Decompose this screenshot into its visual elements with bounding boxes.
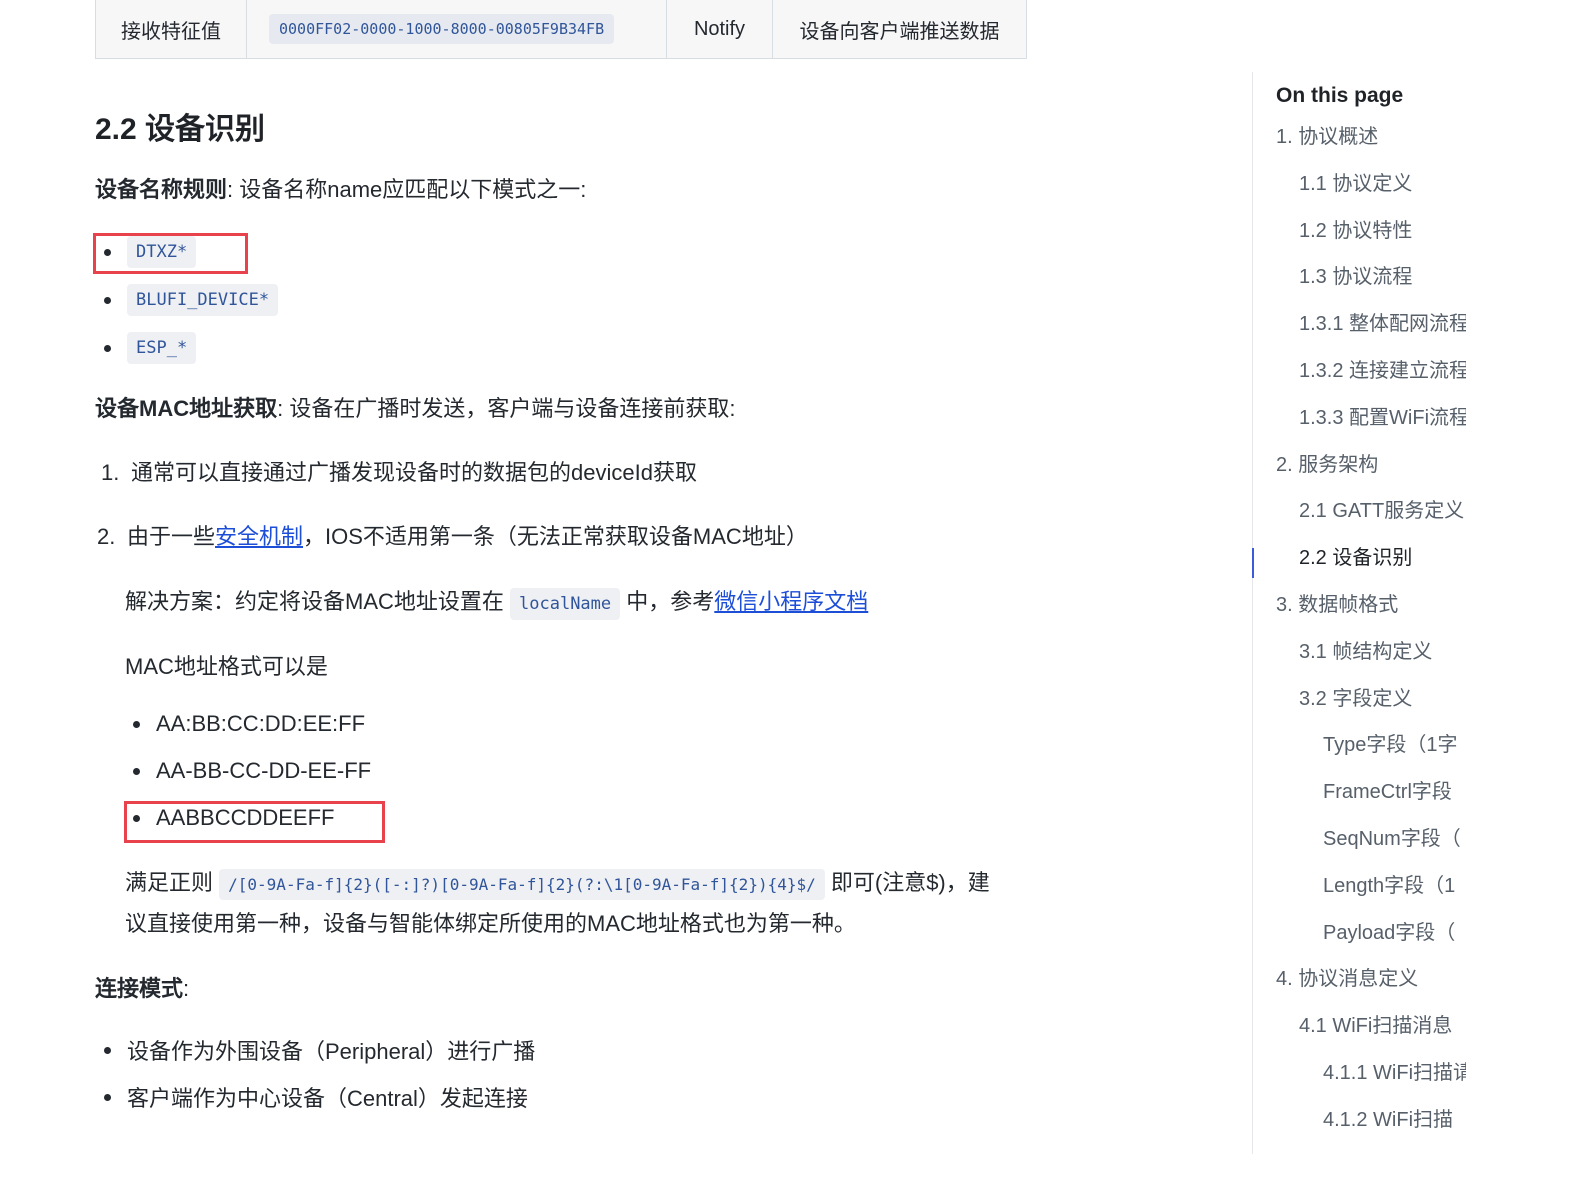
list-item: 设备作为外围设备（Peripheral）进行广播 — [104, 1034, 535, 1066]
toc-item[interactable]: 2.1 GATT服务定义 — [1276, 488, 1466, 535]
name-rule-label: 设备名称规则 — [95, 177, 228, 202]
toc-item[interactable]: Length字段（1 — [1276, 863, 1466, 910]
toc-list: 1. 协议概述 1.1 协议定义 1.2 协议特性 1.3 协议流程 1.3.1 整体配… — [1276, 114, 1466, 1144]
highlight-box — [124, 801, 385, 843]
toc-sidebar: On this page 1. 协议概述 1.1 协议定义 1.2 协议特性 1.3 … — [1276, 80, 1466, 1144]
step1-text: 通常可以直接通过广播发现设备时的数据包的deviceId获取 — [131, 460, 697, 485]
mac-label: 设备MAC地址获取 — [95, 396, 278, 421]
connection-mode-label: 连接模式 — [95, 976, 184, 1001]
ordered-item-1: 1. 通常可以直接通过广播发现设备时的数据包的deviceId获取 — [101, 457, 697, 489]
regex-code: /[0-9A-Fa-f]{2}([-:]?)[0-9A-Fa-f]{2}(?:\… — [219, 869, 825, 900]
list-item: 客户端作为中心设备（Central）发起连接 — [104, 1081, 528, 1113]
toc-item[interactable]: 1.3.1 整体配网流程 — [1276, 301, 1466, 348]
toc-active-indicator — [1252, 548, 1254, 578]
localname-code: localName — [510, 588, 621, 620]
bullet-icon — [104, 1093, 111, 1101]
table-cell-property: Notify — [667, 0, 773, 58]
regex-paragraph: 满足正则 /[0-9A-Fa-f]{2}([-:]?)[0-9A-Fa-f]{2… — [125, 867, 990, 901]
toc-item[interactable]: 4.1.1 WiFi扫描请 — [1276, 1050, 1466, 1097]
toc-item[interactable]: 1.2 协议特性 — [1276, 208, 1466, 255]
ordered-item-2: 2. 由于一些安全机制，IOS不适用第一条（无法正常获取设备MAC地址） — [97, 521, 808, 553]
table-cell-name: 接收特征值 — [96, 0, 247, 58]
bullet-icon — [104, 344, 111, 352]
step2-pre: 由于一些 — [127, 524, 216, 549]
toc-item[interactable]: 1.3 协议流程 — [1276, 254, 1466, 301]
solution-paragraph: 解决方案：约定将设备MAC地址设置在 localName 中，参考微信小程序文档 — [125, 586, 868, 620]
name-pattern-code: ESP_* — [127, 332, 197, 364]
toc-item[interactable]: 3. 数据帧格式 — [1276, 582, 1466, 629]
toc-item[interactable]: Type字段（1字 — [1276, 722, 1466, 769]
mac-format-text: AA:BB:CC:DD:EE:FF — [156, 711, 366, 736]
toc-item[interactable]: 4.1.2 WiFi扫描 — [1276, 1097, 1466, 1144]
regex-post: 即可(注意$)，建 — [830, 870, 990, 895]
toc-item[interactable]: FrameCtrl字段 — [1276, 769, 1466, 816]
toc-item[interactable]: 4. 协议消息定义 — [1276, 956, 1466, 1003]
toc-divider — [1252, 72, 1253, 1154]
security-mechanism-link[interactable]: 安全机制 — [215, 524, 303, 549]
toc-item[interactable]: 2.2 设备识别 — [1276, 535, 1466, 582]
item-number: 2. — [97, 524, 116, 549]
connection-mode-text: 客户端作为中心设备（Central）发起连接 — [127, 1086, 528, 1111]
bullet-icon — [104, 1046, 111, 1054]
connection-mode-paragraph: 连接模式: — [95, 973, 189, 1005]
list-item: AA:BB:CC:DD:EE:FF — [133, 711, 365, 737]
table-cell-description: 设备向客户端推送数据 — [799, 20, 1000, 43]
list-item: ESP_* — [104, 332, 197, 364]
toc-item[interactable]: 1.1 协议定义 — [1276, 161, 1466, 208]
bullet-icon — [104, 296, 111, 304]
list-item: AA-BB-CC-DD-EE-FF — [133, 758, 371, 784]
mac-text: : 设备在广播时发送，客户端与设备连接前获取: — [277, 396, 736, 421]
regex-paragraph-line2: 议直接使用第一种，设备与智能体绑定所使用的MAC地址格式也为第一种。 — [125, 911, 856, 936]
characteristic-table-row: 接收特征值 0000FF02-0000-1000-8000-00805F9B34… — [95, 0, 1027, 59]
solution-pre: 解决方案：约定将设备MAC地址设置在 — [125, 589, 504, 614]
toc-item[interactable]: SeqNum字段（ — [1276, 816, 1466, 863]
name-rule-paragraph: 设备名称规则: 设备名称name应匹配以下模式之一: — [95, 174, 586, 206]
highlight-box — [93, 233, 248, 274]
toc-item[interactable]: 2. 服务架构 — [1276, 442, 1466, 489]
name-pattern-code: BLUFI_DEVICE* — [127, 284, 279, 316]
toc-item[interactable]: 3.2 字段定义 — [1276, 676, 1466, 723]
toc-item[interactable]: 3.1 帧结构定义 — [1276, 629, 1466, 676]
wechat-docs-link[interactable]: 微信小程序文档 — [714, 589, 868, 614]
mac-format-text: AA-BB-CC-DD-EE-FF — [156, 758, 372, 783]
toc-item[interactable]: Payload字段（ — [1276, 910, 1466, 957]
section-heading: 2.2 设备识别 — [95, 113, 266, 146]
step2-post: ，IOS不适用第一条（无法正常获取设备MAC地址） — [303, 524, 808, 549]
name-rule-text: : 设备名称name应匹配以下模式之一: — [227, 177, 587, 202]
bullet-icon — [133, 767, 140, 775]
toc-item[interactable]: 1.3.3 配置WiFi流程 — [1276, 395, 1466, 442]
item-number: 1. — [101, 460, 120, 485]
solution-mid: 中，参考 — [626, 589, 715, 614]
list-item: BLUFI_DEVICE* — [104, 284, 279, 316]
mac-format-intro: MAC地址格式可以是 — [125, 654, 328, 679]
bullet-icon — [133, 720, 140, 728]
uuid-code: 0000FF02-0000-1000-8000-00805F9B34FB — [269, 14, 615, 44]
connection-mode-text: 设备作为外围设备（Peripheral）进行广播 — [127, 1039, 536, 1064]
toc-title: On this page — [1276, 84, 1404, 107]
toc-item[interactable]: 1. 协议概述 — [1276, 114, 1466, 161]
toc-item[interactable]: 1.3.2 连接建立流程 — [1276, 348, 1466, 395]
mac-paragraph: 设备MAC地址获取: 设备在广播时发送，客户端与设备连接前获取: — [95, 393, 735, 425]
toc-item[interactable]: 4.1 WiFi扫描消息 — [1276, 1003, 1466, 1050]
connection-mode-colon: : — [183, 976, 190, 1001]
table-cell-uuid: 0000FF02-0000-1000-8000-00805F9B34FB — [247, 0, 667, 58]
regex-pre: 满足正则 — [125, 870, 214, 895]
